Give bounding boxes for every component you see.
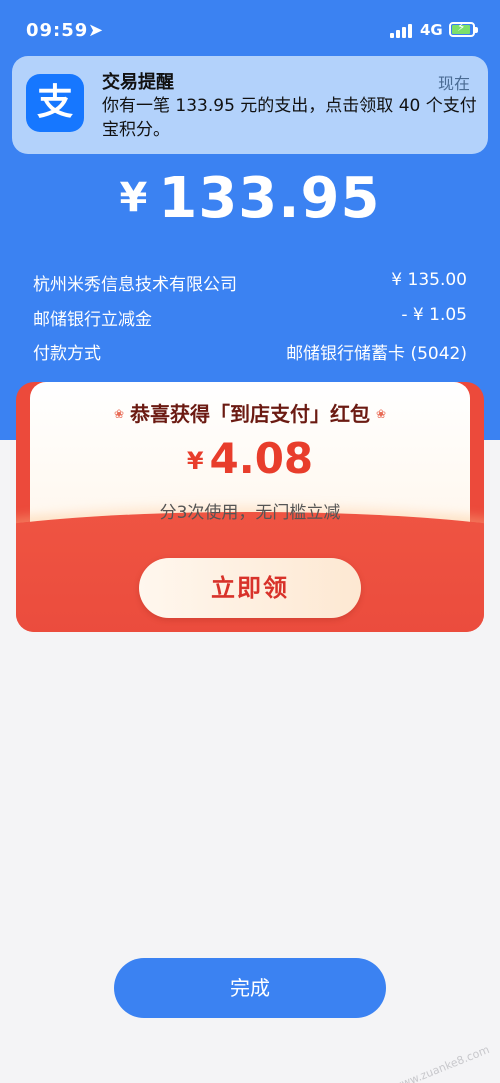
notification-body: 你有一笔 133.95 元的支出，点击领取 40 个支付宝积分。 [102,96,477,140]
red-packet-card: ❀ 恭喜获得「到店支付」红包 ❀ ¥4.08 分3次使用，无门槛立减 立即领 [16,382,484,632]
done-button[interactable]: 完成 [114,958,386,1018]
claim-button[interactable]: 立即领 [139,558,361,618]
detail-value: 邮储银行储蓄卡 (5042) [286,344,467,364]
petal-left-icon: ❀ [113,407,124,421]
red-packet-title-text: 恭喜获得「到店支付」红包 [130,402,370,426]
detail-value: - ¥ 1.05 [401,305,467,325]
alipay-app-icon: 支 [26,74,84,132]
red-packet-subtitle: 分3次使用，无门槛立减 [159,503,341,523]
notification-title: 交易提醒 [102,72,174,93]
detail-label: 付款方式 [33,344,101,364]
currency-symbol: ¥ [119,175,149,221]
detail-label: 邮储银行立减金 [33,310,152,330]
payment-amount: ¥133.95 [0,166,500,231]
signal-icon [390,24,412,38]
red-packet-currency: ¥ [186,447,204,475]
detail-value: ¥ 135.00 [391,270,467,290]
detail-row-payment-method: 付款方式 邮储银行储蓄卡 (5042) [33,339,467,365]
watermark: 赚客吧，有奖一起赚！www.zuanke8.com [289,1041,492,1083]
red-packet-amount: ¥4.08 [16,434,484,483]
detail-row-merchant: 杭州米秀信息技术有限公司 ¥ 135.00 [33,270,467,296]
network-type: 4G [420,21,443,39]
petal-right-icon: ❀ [376,407,387,421]
location-arrow-icon: ➤ [88,20,104,41]
red-packet-amount-value: 4.08 [209,434,314,483]
detail-label: 杭州米秀信息技术有限公司 [33,275,237,295]
status-bar: 09:59 ➤ 4G ⚡ [0,0,500,58]
battery-charging-icon: ⚡ [449,20,478,37]
notification-time: 现在 [437,74,470,93]
payment-amount-value: 133.95 [158,166,381,231]
status-time: 09:59 [26,20,89,41]
red-packet-title: ❀ 恭喜获得「到店支付」红包 ❀ [16,398,484,427]
detail-row-discount: 邮储银行立减金 - ¥ 1.05 [33,305,467,331]
notification-banner[interactable]: 支 交易提醒 现在 你有一笔 133.95 元的支出，点击领取 40 个支付宝积… [12,56,488,154]
